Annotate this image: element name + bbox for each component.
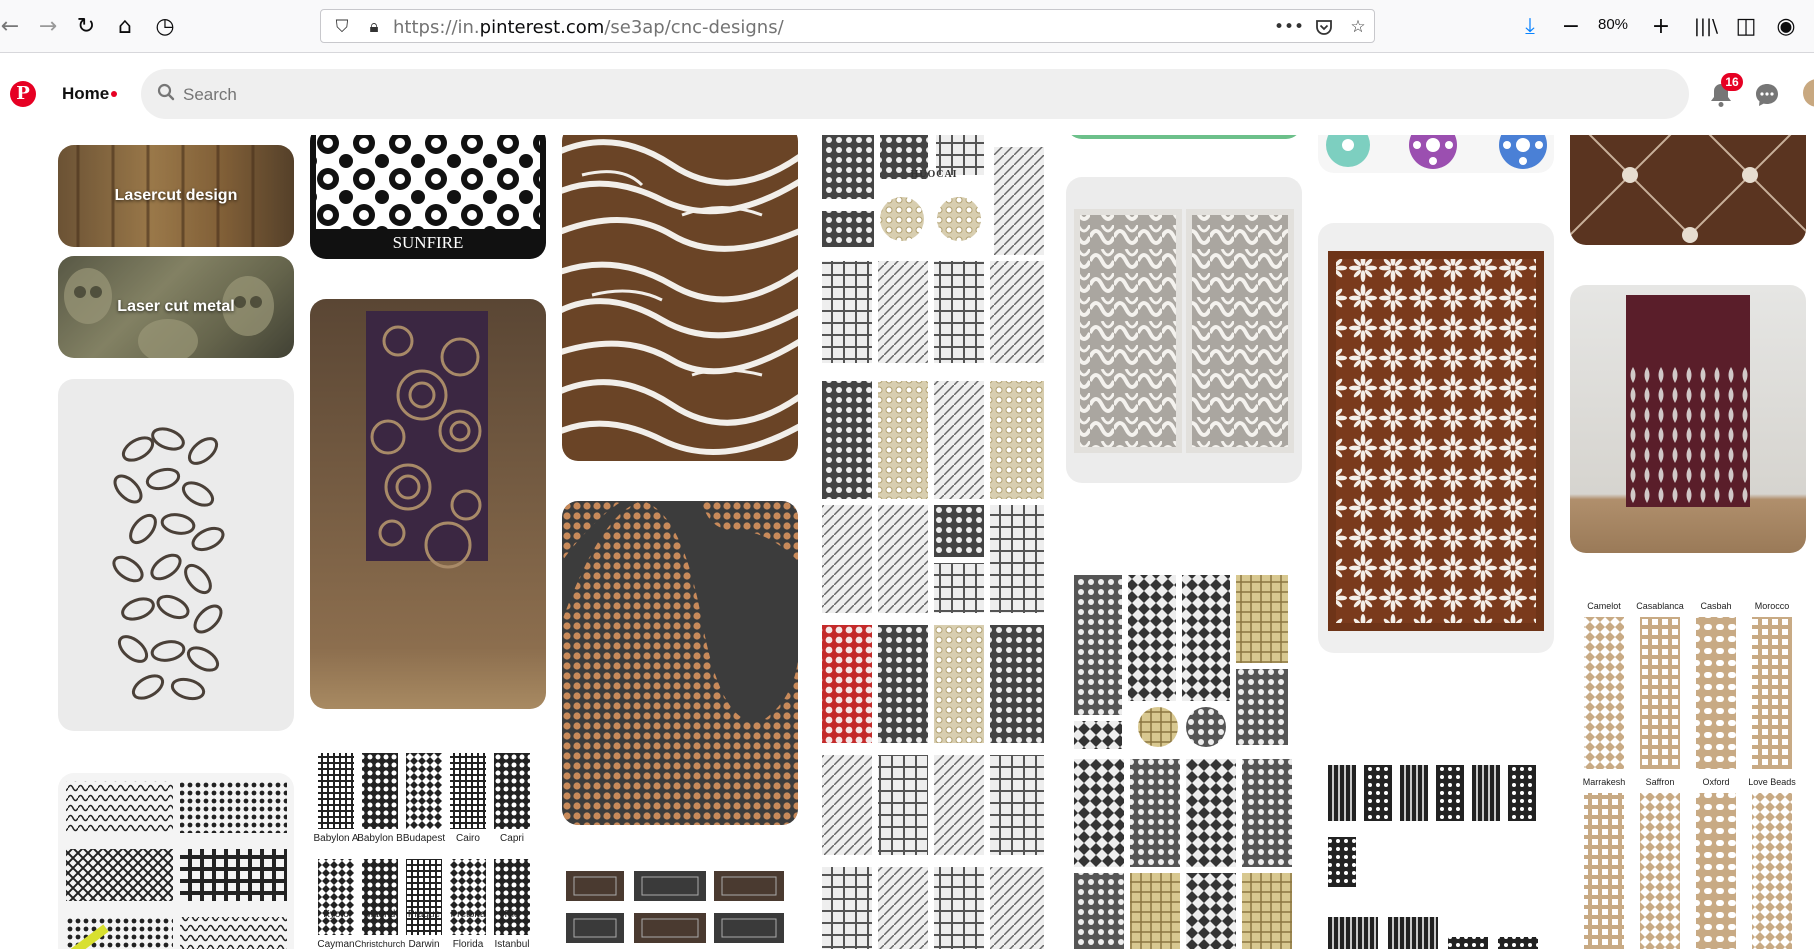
pin-leaf-panel[interactable] bbox=[58, 379, 294, 731]
lattice-label: Casablanca bbox=[1636, 601, 1684, 611]
back-icon[interactable]: ← bbox=[0, 10, 26, 42]
search-bar[interactable] bbox=[141, 69, 1689, 119]
download-icon[interactable]: ⤓ bbox=[1514, 10, 1546, 42]
pin-purple-mandala-panel[interactable] bbox=[310, 299, 546, 709]
copper-dot-pattern-image bbox=[562, 501, 798, 825]
huocai-catalog-2-image bbox=[1074, 575, 1292, 949]
catalog-label: Pretoria bbox=[450, 909, 486, 920]
lattice-label: Oxford bbox=[1702, 777, 1730, 787]
mandala-panel-image bbox=[366, 311, 488, 569]
pin-feed: Lasercut design Laser cut metal SUNFIRE … bbox=[0, 135, 1814, 949]
zebra-pattern-image bbox=[562, 139, 798, 455]
catalog-label: Kyoto bbox=[323, 909, 349, 920]
lattice-label: Love Beads bbox=[1748, 777, 1796, 787]
search-input[interactable] bbox=[181, 81, 1585, 109]
home-tab[interactable]: Home bbox=[62, 84, 109, 104]
lattice-label: Camelot bbox=[1587, 601, 1621, 611]
pin-pattern-tiles-bw[interactable] bbox=[58, 773, 294, 949]
catalog-label: Rio bbox=[504, 909, 520, 920]
catalog-label: Christchurch bbox=[354, 939, 406, 949]
board-label: Lasercut design bbox=[114, 187, 238, 204]
url-text[interactable]: https://in.pinterest.com/se3ap/cnc-desig… bbox=[393, 17, 784, 38]
catalog-label: Cairo bbox=[456, 833, 480, 844]
pin-sunfire-panel[interactable]: SUNFIRE bbox=[310, 135, 546, 259]
account-icon[interactable]: ◉ bbox=[1770, 10, 1802, 42]
maroon-panel-image bbox=[1626, 295, 1750, 507]
rust-daisy-image bbox=[1328, 251, 1544, 631]
catalog-label: Darwin bbox=[408, 939, 440, 949]
flower-tiles-image bbox=[1326, 135, 1547, 169]
pin-lattice-catalog[interactable]: Camelot Casablanca Casbah Morocco Marrak… bbox=[1570, 597, 1806, 949]
catalog-label: Istanbul bbox=[494, 939, 530, 949]
pin-green-strip[interactable] bbox=[1066, 135, 1302, 139]
zoom-out-icon[interactable]: − bbox=[1555, 10, 1587, 42]
avatar[interactable] bbox=[1803, 79, 1814, 107]
pocket-icon[interactable] bbox=[1311, 14, 1337, 40]
catalog-label: Budapest bbox=[402, 833, 446, 844]
pinterest-header: P Home 16 bbox=[0, 53, 1814, 135]
bookmark-star-icon[interactable]: ☆ bbox=[1345, 14, 1371, 40]
catalog-label: Prague bbox=[407, 909, 441, 920]
pattern-tiles-image bbox=[66, 781, 287, 949]
zoom-level[interactable]: 80% bbox=[1598, 16, 1628, 33]
board-label: Laser cut metal bbox=[117, 298, 235, 315]
pin-catalog-dark[interactable] bbox=[562, 865, 798, 949]
more-icon[interactable]: ••• bbox=[1274, 14, 1304, 40]
catalog-label: Babylon A bbox=[313, 833, 359, 844]
natural-world-image bbox=[1328, 765, 1538, 949]
pin-copper-dot-waves[interactable] bbox=[562, 501, 798, 825]
white-panel-image bbox=[1074, 209, 1294, 453]
address-bar[interactable]: ⛉ 🔒︎ https://in.pinterest.com/se3ap/cnc-… bbox=[320, 9, 1375, 43]
shield-icon[interactable]: ⛉ bbox=[329, 14, 355, 40]
lattice-label: Marrakesh bbox=[1582, 777, 1626, 787]
catalog-label: Cayman bbox=[317, 939, 355, 949]
zoom-in-icon[interactable]: + bbox=[1645, 10, 1677, 42]
sidebar-icon[interactable]: ◫ bbox=[1730, 10, 1762, 42]
catalog-label: Florida bbox=[452, 939, 484, 949]
pin-maroon-panel[interactable] bbox=[1570, 285, 1806, 553]
pin-white-panel-pair[interactable] bbox=[1066, 177, 1302, 483]
forward-icon[interactable]: → bbox=[32, 10, 64, 42]
notification-badge: 16 bbox=[1721, 73, 1743, 91]
reload-icon[interactable]: ↻ bbox=[70, 10, 102, 42]
huocai-catalog-image bbox=[822, 135, 1044, 949]
catalog-label: Madrid bbox=[364, 909, 396, 920]
history-icon[interactable]: ◷ bbox=[149, 10, 181, 42]
rust-star-image bbox=[1570, 135, 1806, 243]
sunfire-caption: SUNFIRE bbox=[392, 233, 464, 252]
lattice-label: Casbah bbox=[1700, 601, 1732, 611]
home-indicator-dot bbox=[111, 91, 117, 97]
pin-huocai-catalog-2[interactable] bbox=[1066, 567, 1302, 949]
lattice-label: Morocco bbox=[1754, 601, 1790, 611]
home-icon[interactable]: ⌂ bbox=[109, 10, 141, 42]
pin-huocai-catalog[interactable]: HUOCAI bbox=[814, 135, 1050, 949]
pin-rust-star-panel[interactable] bbox=[1570, 135, 1806, 245]
lattice-label: Saffron bbox=[1645, 777, 1675, 787]
pinterest-logo-icon[interactable]: P bbox=[10, 81, 36, 107]
lattice-catalog-image bbox=[1584, 617, 1792, 949]
huocai-caption: HUOCAI bbox=[910, 169, 958, 180]
dark-catalog-image bbox=[566, 871, 784, 943]
pin-zebra-rust-panel[interactable] bbox=[562, 135, 798, 461]
messages-icon[interactable] bbox=[1752, 80, 1782, 110]
pin-rust-daisy-panel[interactable] bbox=[1318, 223, 1554, 653]
leaf-pattern-image bbox=[112, 427, 225, 701]
search-icon bbox=[157, 83, 175, 101]
catalog-label: Capri bbox=[500, 833, 524, 844]
lock-icon[interactable]: 🔒︎ bbox=[361, 14, 387, 40]
catalog-label: Babylon B bbox=[357, 833, 403, 844]
board-card-laser-cut-metal[interactable]: Laser cut metal bbox=[58, 256, 294, 358]
board-card-lasercut-design[interactable]: Lasercut design bbox=[58, 145, 294, 247]
pin-flower-tiles[interactable] bbox=[1318, 135, 1554, 173]
pin-natural-world-catalog[interactable] bbox=[1318, 757, 1554, 949]
library-icon[interactable]: |||\ bbox=[1690, 10, 1722, 42]
browser-toolbar: ← → ↻ ⌂ ◷ ⛉ 🔒︎ https://in.pinterest.com/… bbox=[0, 0, 1814, 53]
